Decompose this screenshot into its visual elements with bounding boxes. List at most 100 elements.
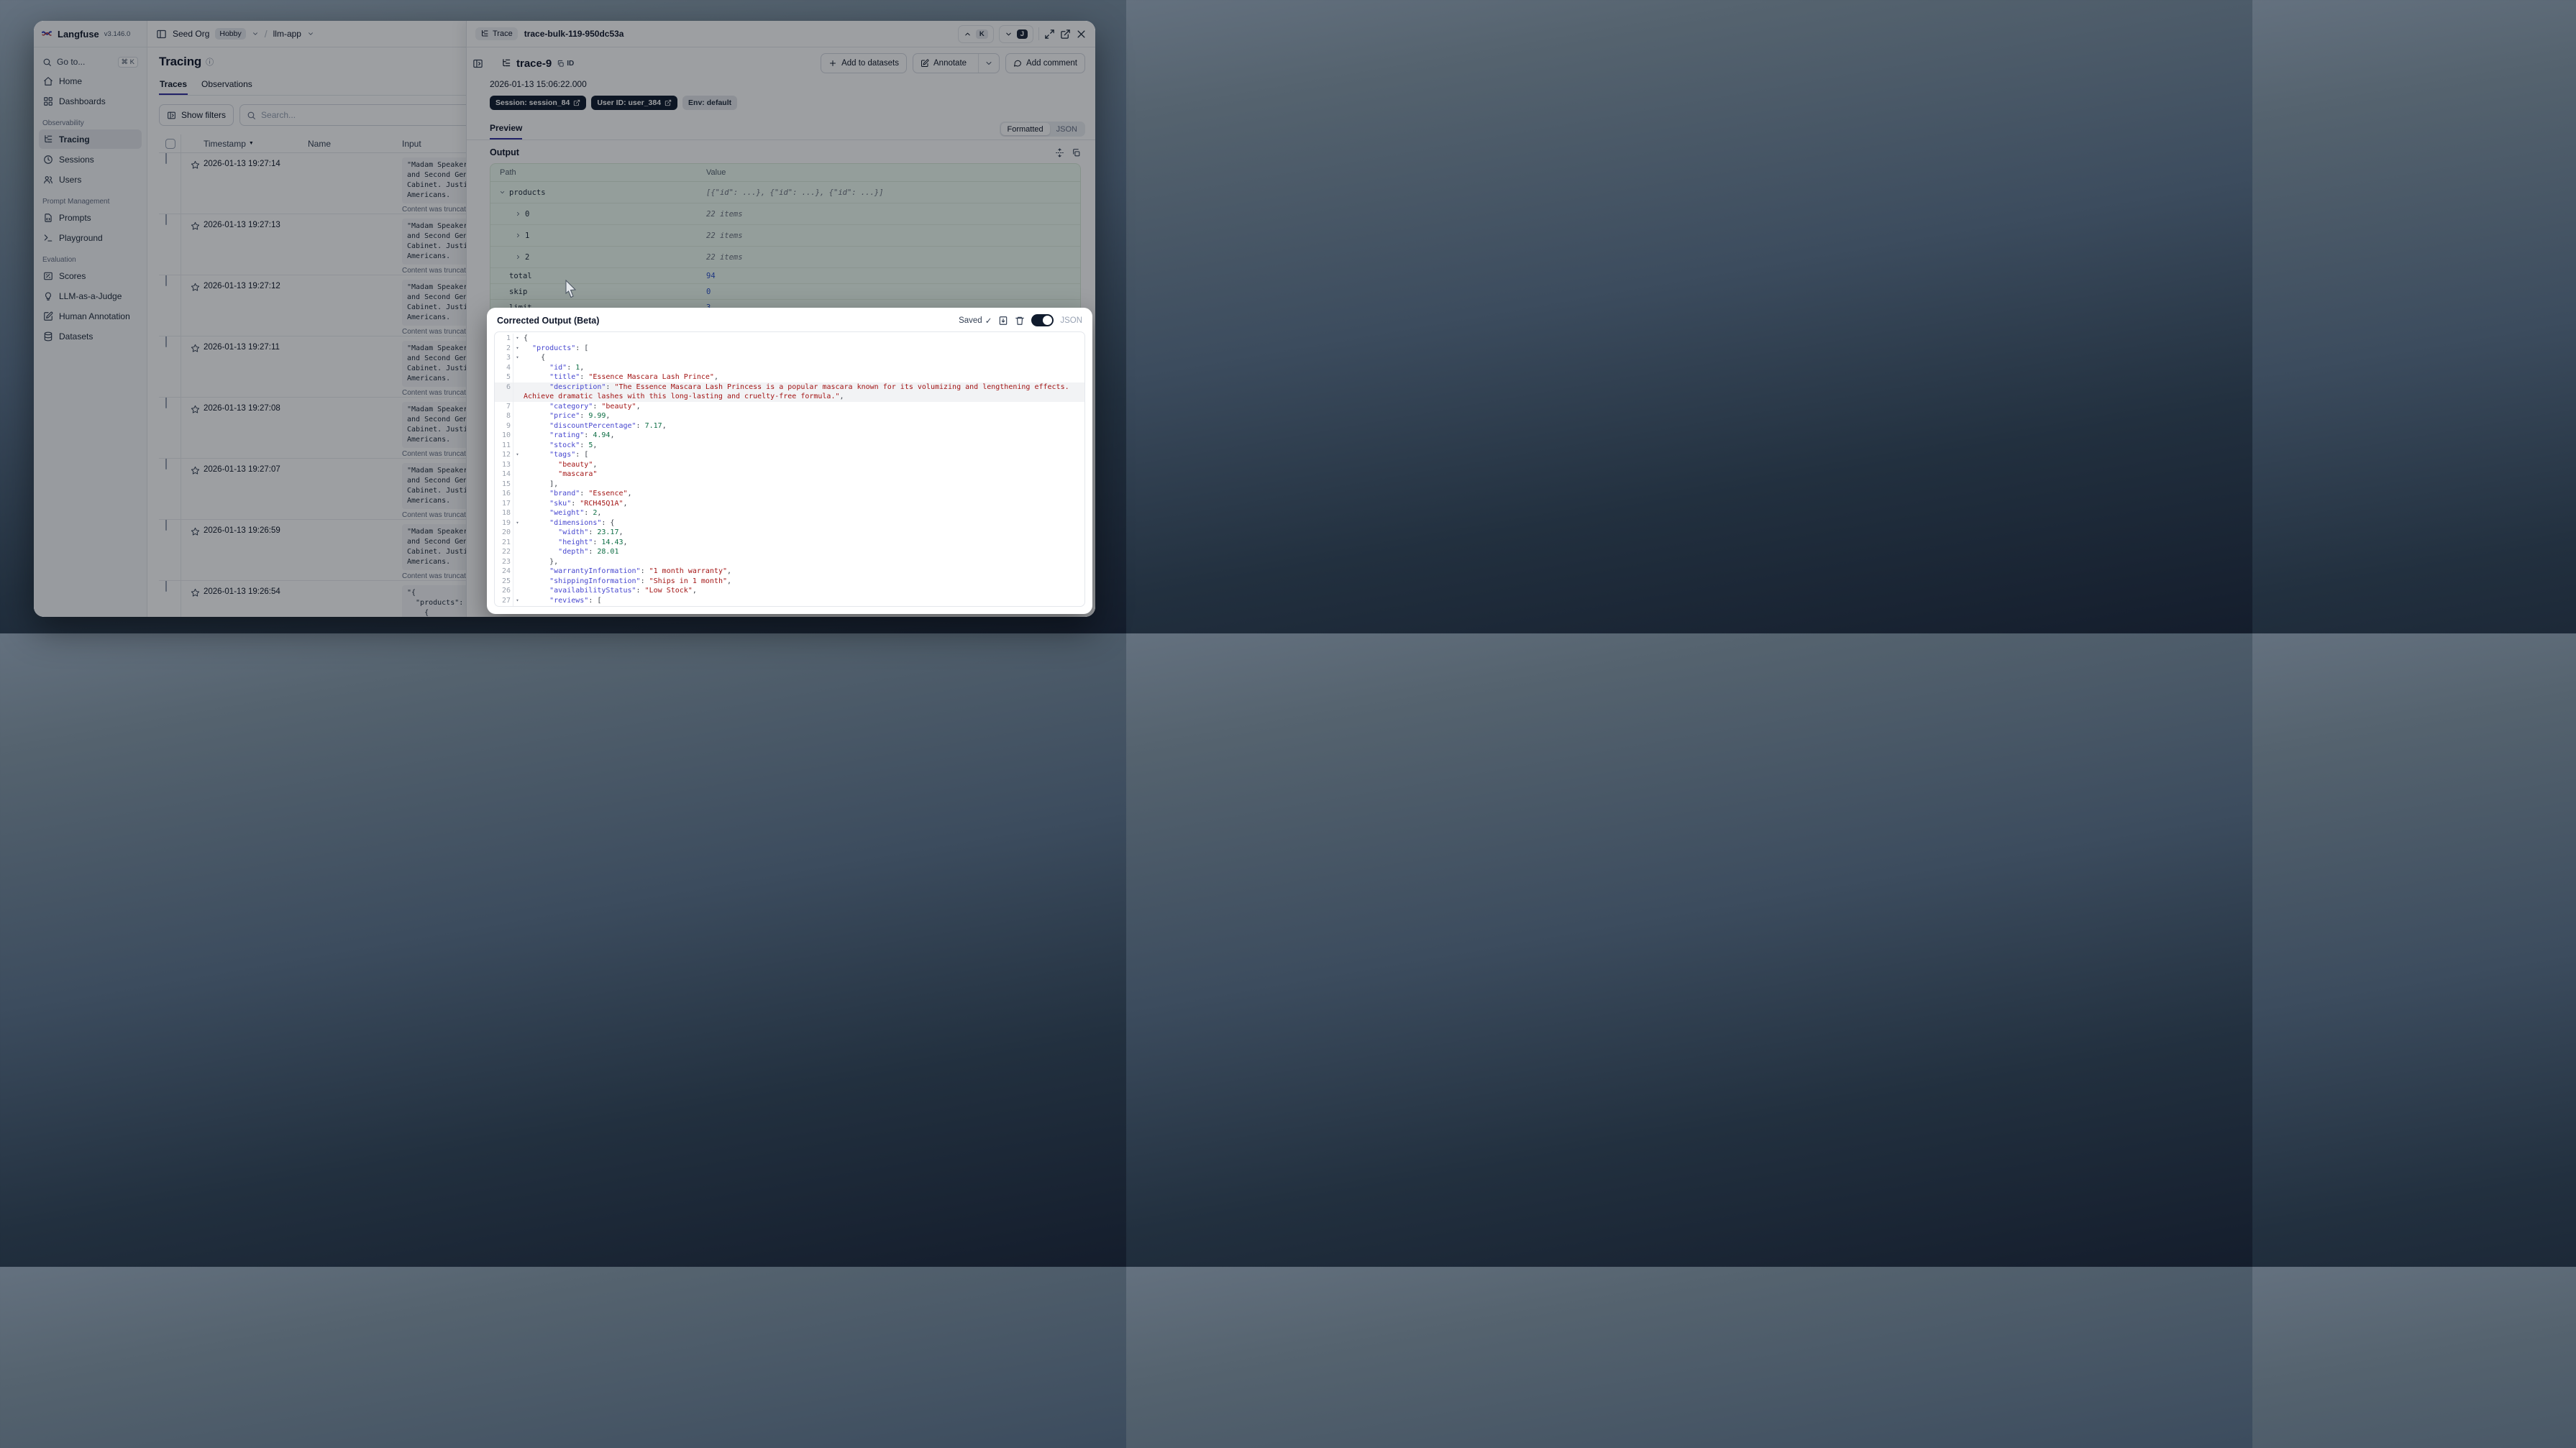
fold-chevron-icon[interactable]: ▾ — [513, 344, 521, 354]
code-line: 27 ▾ "reviews": [ — [495, 595, 1084, 606]
fold-gutter — [513, 441, 521, 451]
code-line: Achieve dramatic lashes with this long-l… — [495, 392, 1084, 402]
code-content: "weight": 2, — [549, 509, 602, 517]
fold-gutter — [513, 528, 521, 538]
code-line: 5 "title": "Essence Mascara Lash Prince"… — [495, 372, 1084, 382]
corrected-output-card: Corrected Output (Beta) Saved ✓ JSON 1 ▾{… — [487, 308, 1092, 614]
fold-gutter — [513, 499, 521, 509]
code-content: { — [524, 334, 529, 342]
code-line: 26 "availabilityStatus": "Low Stock", — [495, 586, 1084, 596]
code-content: "reviews": [ — [549, 596, 602, 605]
fold-gutter — [513, 392, 521, 402]
line-number: 11 — [495, 440, 513, 450]
line-number: 17 — [495, 498, 513, 508]
code-line: 14 "mascara" — [495, 469, 1084, 480]
apply-file-icon[interactable] — [998, 316, 1008, 326]
fold-gutter — [513, 557, 521, 567]
code-line: 3 ▾ { — [495, 353, 1084, 363]
code-content: "dimensions": { — [549, 518, 615, 527]
line-number: 3 — [495, 353, 513, 363]
line-number: 21 — [495, 537, 513, 547]
fold-gutter — [513, 489, 521, 499]
line-number: 26 — [495, 586, 513, 596]
code-line: 6 "description": "The Essence Mascara La… — [495, 382, 1084, 393]
fold-gutter — [513, 421, 521, 431]
fold-gutter — [513, 480, 521, 490]
line-number: 4 — [495, 362, 513, 372]
code-content: "width": 23.17, — [558, 528, 624, 536]
code-line: 7 "category": "beauty", — [495, 401, 1084, 412]
fold-gutter — [513, 402, 521, 412]
code-content: "discountPercentage": 7.17, — [549, 421, 667, 430]
line-number: 6 — [495, 382, 513, 392]
line-number: 1 — [495, 334, 513, 344]
code-content: "brand": "Essence", — [549, 490, 632, 498]
line-number: 16 — [495, 489, 513, 499]
code-content: "id": 1, — [549, 363, 585, 372]
fold-chevron-icon[interactable]: ▾ — [513, 353, 521, 363]
fold-gutter — [513, 586, 521, 596]
code-content: "beauty", — [558, 460, 598, 469]
code-content: "products": [ — [532, 344, 589, 352]
line-number: 10 — [495, 431, 513, 441]
code-content: "tags": [ — [549, 451, 589, 459]
fold-chevron-icon[interactable]: ▾ — [513, 596, 521, 606]
fold-gutter — [513, 382, 521, 393]
code-content: { — [521, 605, 562, 606]
code-content: "warrantyInformation": "1 month warranty… — [549, 567, 732, 575]
code-content: }, — [524, 557, 559, 566]
toggle-knob — [1043, 316, 1053, 325]
code-content: { — [524, 354, 546, 362]
fold-gutter — [513, 372, 521, 382]
mouse-cursor — [565, 280, 577, 298]
app-window: Langfuse v3.146.0 Go to... ⌘ K Home Dashb… — [34, 21, 1095, 617]
line-number: 7 — [495, 401, 513, 411]
code-line: 16 "brand": "Essence", — [495, 489, 1084, 499]
code-content: "title": "Essence Mascara Lash Prince", — [549, 373, 718, 381]
fold-gutter — [513, 363, 521, 373]
code-content: "sku": "RCH45Q1A", — [549, 499, 628, 508]
line-number: 18 — [495, 508, 513, 518]
fold-chevron-icon[interactable]: ▾ — [513, 605, 521, 606]
code-line: 12 ▾ "tags": [ — [495, 450, 1084, 460]
fold-gutter — [513, 508, 521, 518]
fold-chevron-icon[interactable]: ▾ — [513, 450, 521, 460]
line-number: 2 — [495, 343, 513, 353]
code-content: ], — [524, 480, 559, 488]
code-content: "depth": 28.01 — [558, 548, 619, 556]
line-number: 13 — [495, 459, 513, 469]
fold-gutter — [513, 547, 521, 557]
fold-gutter — [513, 411, 521, 421]
delete-icon[interactable] — [1015, 316, 1025, 326]
check-icon: ✓ — [985, 316, 992, 326]
code-content: "shippingInformation": "Ships in 1 month… — [549, 577, 732, 585]
line-number: 14 — [495, 469, 513, 480]
corrected-output-title: Corrected Output (Beta) — [497, 315, 600, 326]
line-number: 8 — [495, 411, 513, 421]
code-line: 24 "warrantyInformation": "1 month warra… — [495, 567, 1084, 577]
code-line: 17 "sku": "RCH45Q1A", — [495, 498, 1084, 509]
line-number: 5 — [495, 372, 513, 382]
fold-gutter — [513, 567, 521, 577]
json-toggle-switch[interactable] — [1031, 314, 1054, 326]
code-line: 21 "height": 14.43, — [495, 537, 1084, 547]
code-content: "mascara" — [558, 470, 598, 478]
fold-gutter — [513, 469, 521, 480]
code-line: 28▾ { — [495, 605, 1084, 606]
fold-chevron-icon[interactable]: ▾ — [513, 518, 521, 528]
code-line: 19 ▾ "dimensions": { — [495, 518, 1084, 528]
json-code-editor[interactable]: 1 ▾{2 ▾ "products": [3 ▾ {4 "id": 1, 5 "titl… — [494, 331, 1085, 607]
code-line: 25 "shippingInformation": "Ships in 1 mo… — [495, 576, 1084, 586]
code-line: 4 "id": 1, — [495, 362, 1084, 373]
line-number: 22 — [495, 547, 513, 557]
line-number: 12 — [495, 450, 513, 460]
json-toggle-label: JSON — [1060, 316, 1082, 325]
code-line: 23 }, — [495, 556, 1084, 567]
code-content: "category": "beauty", — [549, 402, 641, 411]
code-line: 8 "price": 9.99, — [495, 411, 1084, 421]
fold-gutter — [513, 431, 521, 441]
line-number: 23 — [495, 556, 513, 567]
code-content: "rating": 4.94, — [549, 431, 615, 439]
saved-label: Saved — [959, 316, 982, 325]
fold-chevron-icon[interactable]: ▾ — [513, 334, 521, 344]
